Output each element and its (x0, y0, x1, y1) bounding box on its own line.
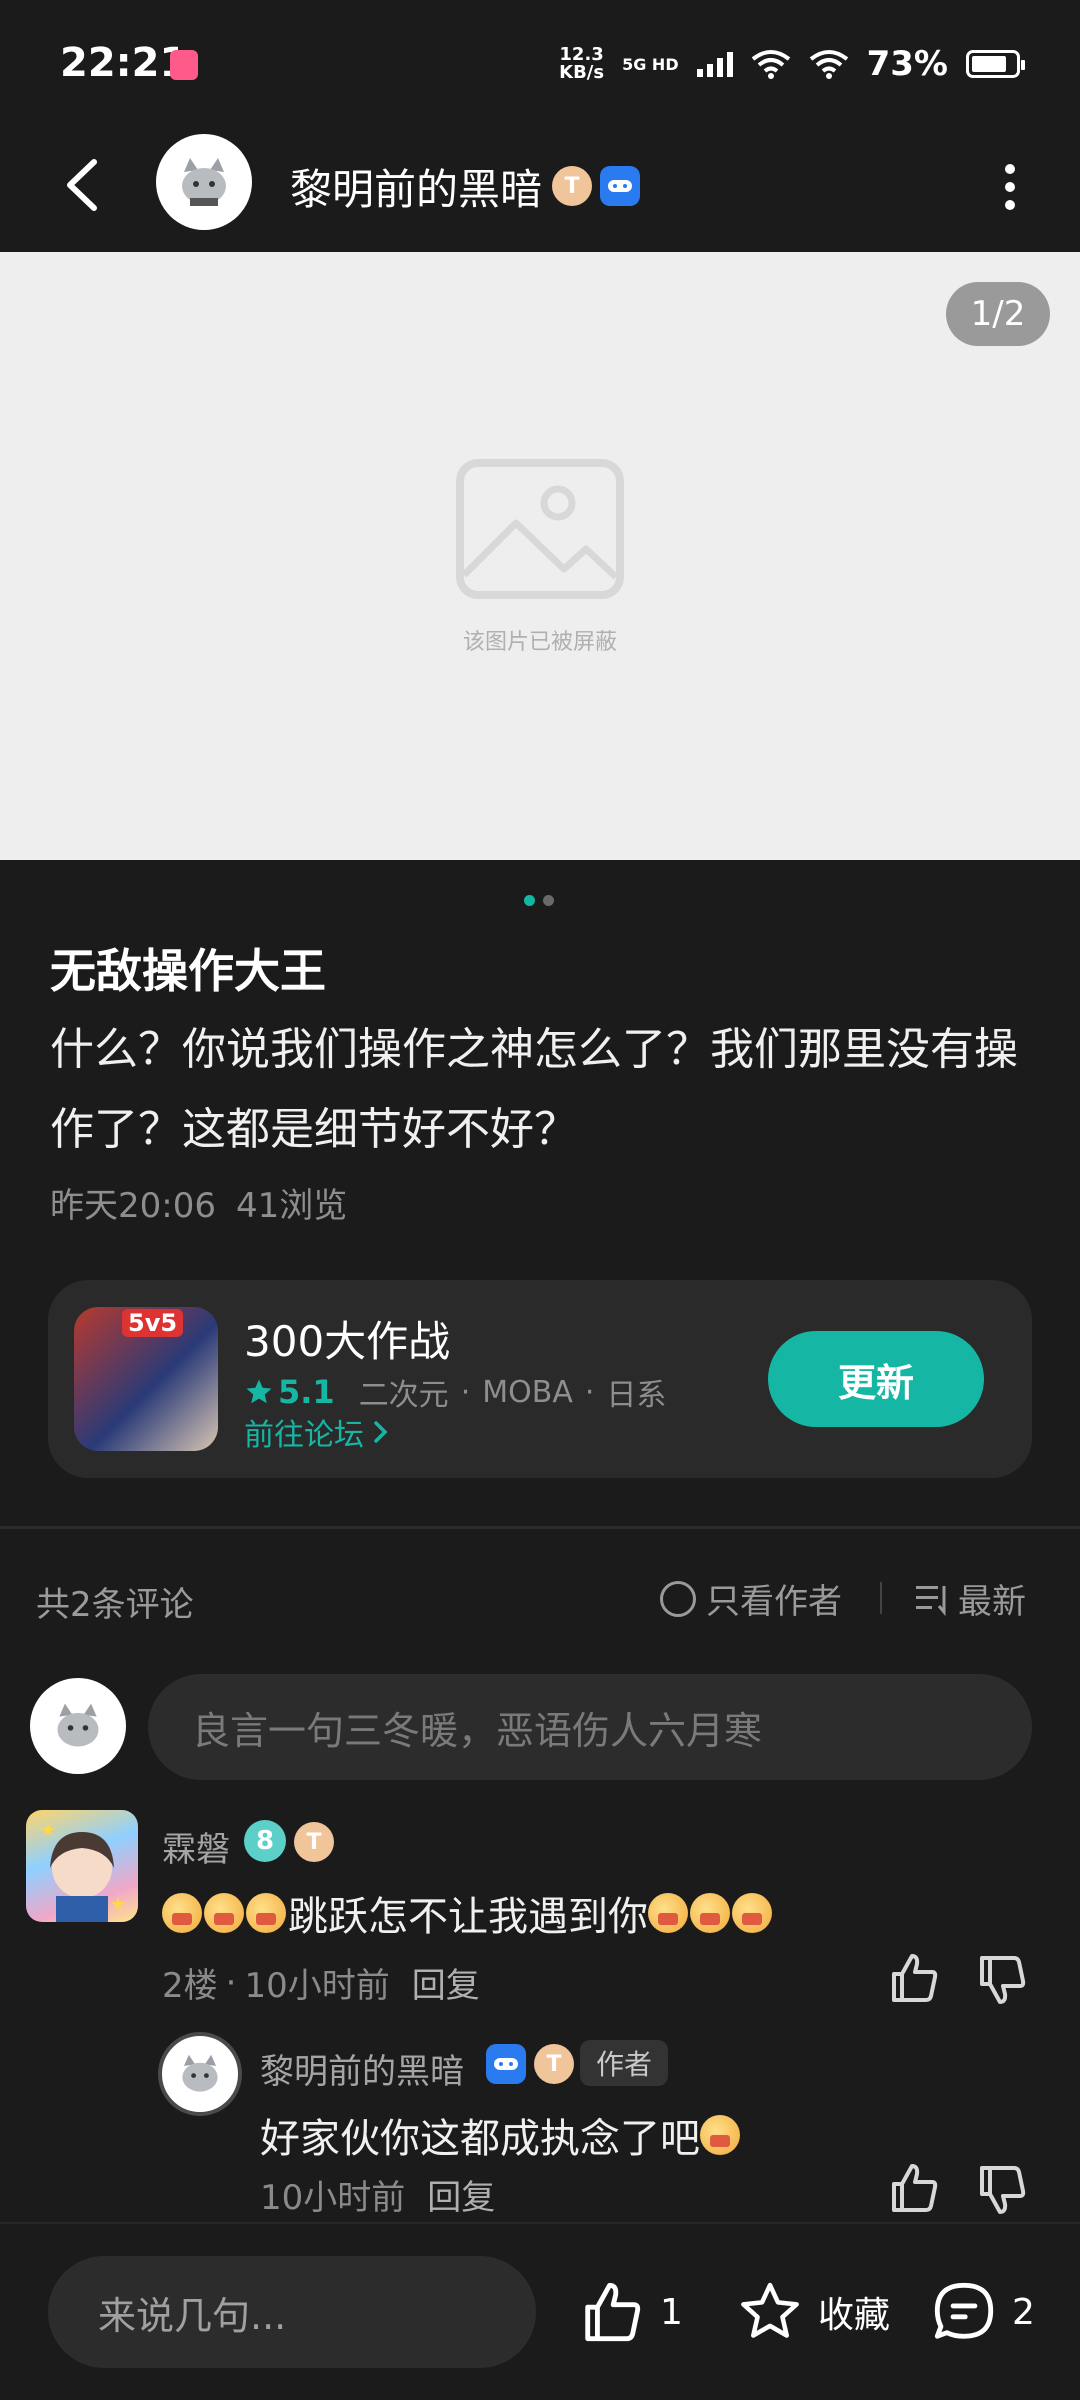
emoji-icon (648, 1893, 688, 1933)
comment-text: 跳跃怎不让我遇到你 (162, 1884, 774, 1942)
post-meta: 昨天20:06 41浏览 (50, 1178, 347, 1227)
svg-text:★: ★ (40, 1820, 56, 1841)
dislike-reply-button[interactable] (974, 2162, 1030, 2218)
only-author-toggle[interactable]: 只看作者 (660, 1574, 842, 1623)
blocked-image-text: 该图片已被屏蔽 (462, 630, 617, 655)
section-divider (0, 1526, 1080, 1529)
game-tag: 二次元 (358, 1378, 449, 1413)
post-image-carousel[interactable]: 1/2 该图片已被屏蔽 (0, 252, 1080, 860)
emoji-icon (162, 1893, 202, 1933)
status-time: 22:21 (60, 40, 188, 86)
app-notification-icon (170, 50, 198, 80)
carousel-dots (524, 895, 554, 906)
commenter-avatar[interactable]: ★ ★ (26, 1810, 138, 1922)
talent-badge-icon: T (534, 2044, 574, 2084)
radio-icon (660, 1580, 696, 1617)
emoji-icon (700, 2115, 740, 2155)
commenter-name[interactable]: 霖磐 (162, 1822, 230, 1871)
comment-time: 10小时前 (244, 1966, 390, 2006)
sort-button[interactable]: 最新 (914, 1574, 1026, 1623)
star-outline-icon (741, 2282, 799, 2338)
favorite-button[interactable]: 收藏 (736, 2264, 890, 2360)
post-header: 黎明前的黑暗 T (0, 120, 1080, 252)
cat-avatar-icon (182, 2054, 218, 2092)
wifi-icon-2 (809, 50, 848, 79)
like-reply-button[interactable] (886, 2160, 942, 2216)
status-indicators: 12.3 KB/s 5G HD 73% (559, 44, 1025, 84)
emoji-icon (204, 1893, 244, 1933)
cell-signal-icon (696, 51, 733, 77)
carousel-dot (543, 895, 554, 906)
comments-button[interactable]: 2 (930, 2264, 1035, 2360)
comment-count: 共2条评论 (36, 1585, 194, 1625)
back-button[interactable] (50, 150, 120, 220)
bottom-action-bar: 来说几句... 1 收藏 2 (0, 2224, 1080, 2400)
comment-count-badge: 2 (1012, 2291, 1035, 2333)
blocked-image-icon (456, 459, 624, 599)
emoji-icon (690, 1893, 730, 1933)
chevron-right-icon (374, 1421, 388, 1443)
reply-meta: 10小时前 回复 (260, 2170, 495, 2219)
reply-button[interactable]: 回复 (427, 2170, 495, 2219)
talent-badge-icon: T (552, 166, 592, 206)
game-rating: 5.1 (244, 1373, 335, 1411)
cat-avatar-icon (182, 158, 226, 206)
comment-bubble-icon (934, 2282, 994, 2339)
author-name[interactable]: 黎明前的黑暗 (290, 156, 542, 217)
author-tag: 作者 (580, 2040, 669, 2086)
reply-button[interactable]: 回复 (412, 1958, 480, 2007)
post-time: 昨天20:06 (50, 1186, 216, 1226)
comment-input[interactable]: 良言一句三冬暖，恶语伤人六月寒 (148, 1674, 1032, 1780)
like-count: 1 (660, 2291, 683, 2333)
game-tag: 日系 (606, 1378, 667, 1413)
level-badge-icon: 8 (244, 1820, 286, 1862)
comment-meta: 2楼 · 10小时前 回复 (162, 1958, 480, 2007)
post-body: 什么？你说我们操作之神怎么了？我们那里没有操作了？这都是细节好不好？ (50, 1024, 1018, 1155)
wifi-icon (751, 50, 790, 79)
more-options-button[interactable] (980, 152, 1040, 222)
dislike-comment-button[interactable] (974, 1952, 1030, 2008)
signal-type: 5G HD (622, 54, 679, 74)
game-icon-tag: 5v5 (122, 1309, 184, 1337)
like-comment-button[interactable] (886, 1950, 942, 2006)
post-views: 41浏览 (235, 1186, 348, 1226)
divider (880, 1582, 882, 1614)
game-card[interactable]: 5v5 300大作战 5.1 二次元 · MOBA · 日系 前往论坛 更新 (48, 1280, 1032, 1478)
my-avatar (30, 1678, 126, 1774)
reply-author-name[interactable]: 黎明前的黑暗 (260, 2044, 464, 2093)
game-name[interactable]: 300大作战 (244, 1308, 450, 1369)
favorite-label: 收藏 (818, 2295, 891, 2336)
game-meta: 5.1 二次元 · MOBA · 日系 (244, 1370, 666, 1414)
thumbs-up-icon (585, 2282, 641, 2342)
emoji-icon (732, 1893, 772, 1933)
battery-icon (966, 50, 1025, 78)
reply-time: 10小时前 (260, 2178, 406, 2218)
quick-comment-input[interactable]: 来说几句... (48, 2256, 536, 2368)
status-bar: 22:21 12.3 KB/s 5G HD 73% (0, 0, 1080, 120)
reply-text: 好家伙你这都成执念了吧 (260, 2106, 742, 2164)
forum-link[interactable]: 前往论坛 (244, 1410, 390, 1454)
game-tag: MOBA (482, 1374, 573, 1410)
network-speed: 12.3 KB/s (559, 44, 605, 83)
svg-text:★: ★ (110, 1894, 126, 1915)
gamepad-badge-icon (486, 2044, 526, 2084)
reply-author-avatar[interactable] (158, 2032, 242, 2116)
sort-icon (916, 1585, 946, 1616)
talent-badge-icon: T (294, 1822, 334, 1862)
game-icon[interactable]: 5v5 (74, 1307, 218, 1451)
carousel-dot-active (524, 895, 535, 906)
anime-avatar-icon: ★ ★ (40, 1820, 126, 1922)
comment-floor: 2楼 (162, 1966, 218, 2006)
author-avatar[interactable] (156, 134, 252, 230)
emoji-icon (246, 1893, 286, 1933)
update-button[interactable]: 更新 (768, 1331, 984, 1427)
cat-avatar-icon (57, 1703, 99, 1747)
image-page-indicator: 1/2 (946, 282, 1050, 346)
like-post-button[interactable]: 1 (578, 2264, 683, 2360)
post-title: 无敌操作大王 (50, 944, 326, 998)
battery-percent: 73% (866, 44, 948, 84)
gamepad-badge-icon (600, 166, 640, 206)
star-icon (246, 1379, 272, 1404)
